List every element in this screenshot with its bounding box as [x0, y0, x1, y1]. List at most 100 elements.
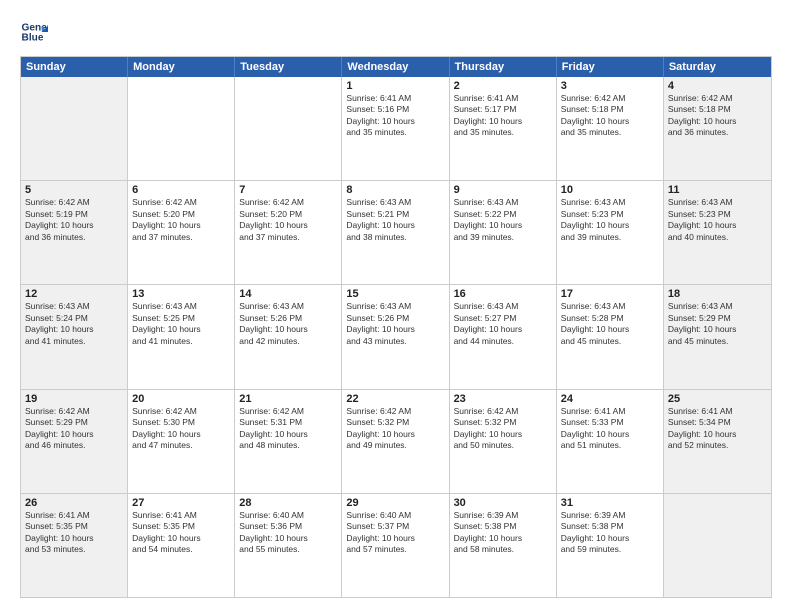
calendar-cell: 15Sunrise: 6:43 AM Sunset: 5:26 PM Dayli…	[342, 285, 449, 388]
day-number: 24	[561, 393, 659, 405]
calendar-cell: 9Sunrise: 6:43 AM Sunset: 5:22 PM Daylig…	[450, 181, 557, 284]
calendar-cell: 30Sunrise: 6:39 AM Sunset: 5:38 PM Dayli…	[450, 494, 557, 597]
day-number: 21	[239, 393, 337, 405]
day-info: Sunrise: 6:43 AM Sunset: 5:28 PM Dayligh…	[561, 301, 659, 347]
header-day-friday: Friday	[557, 57, 664, 77]
day-info: Sunrise: 6:42 AM Sunset: 5:31 PM Dayligh…	[239, 406, 337, 452]
calendar-row-1: 1Sunrise: 6:41 AM Sunset: 5:16 PM Daylig…	[21, 77, 771, 180]
day-info: Sunrise: 6:39 AM Sunset: 5:38 PM Dayligh…	[561, 510, 659, 556]
day-number: 23	[454, 393, 552, 405]
logo: General Blue	[20, 18, 52, 46]
header-day-thursday: Thursday	[450, 57, 557, 77]
calendar-cell: 11Sunrise: 6:43 AM Sunset: 5:23 PM Dayli…	[664, 181, 771, 284]
day-number: 4	[668, 80, 767, 92]
day-info: Sunrise: 6:43 AM Sunset: 5:26 PM Dayligh…	[346, 301, 444, 347]
logo-icon: General Blue	[20, 18, 48, 46]
day-info: Sunrise: 6:41 AM Sunset: 5:16 PM Dayligh…	[346, 93, 444, 139]
calendar-cell: 26Sunrise: 6:41 AM Sunset: 5:35 PM Dayli…	[21, 494, 128, 597]
page: General Blue SundayMondayTuesdayWednesda…	[0, 0, 792, 612]
day-info: Sunrise: 6:41 AM Sunset: 5:33 PM Dayligh…	[561, 406, 659, 452]
day-info: Sunrise: 6:42 AM Sunset: 5:30 PM Dayligh…	[132, 406, 230, 452]
day-number: 13	[132, 288, 230, 300]
calendar-cell: 31Sunrise: 6:39 AM Sunset: 5:38 PM Dayli…	[557, 494, 664, 597]
calendar-cell: 19Sunrise: 6:42 AM Sunset: 5:29 PM Dayli…	[21, 390, 128, 493]
calendar-cell: 22Sunrise: 6:42 AM Sunset: 5:32 PM Dayli…	[342, 390, 449, 493]
day-info: Sunrise: 6:40 AM Sunset: 5:36 PM Dayligh…	[239, 510, 337, 556]
header: General Blue	[20, 18, 772, 46]
header-day-tuesday: Tuesday	[235, 57, 342, 77]
day-info: Sunrise: 6:39 AM Sunset: 5:38 PM Dayligh…	[454, 510, 552, 556]
calendar-cell: 8Sunrise: 6:43 AM Sunset: 5:21 PM Daylig…	[342, 181, 449, 284]
header-day-monday: Monday	[128, 57, 235, 77]
day-number: 26	[25, 497, 123, 509]
day-number: 30	[454, 497, 552, 509]
calendar-cell: 24Sunrise: 6:41 AM Sunset: 5:33 PM Dayli…	[557, 390, 664, 493]
calendar-cell: 21Sunrise: 6:42 AM Sunset: 5:31 PM Dayli…	[235, 390, 342, 493]
calendar-cell: 14Sunrise: 6:43 AM Sunset: 5:26 PM Dayli…	[235, 285, 342, 388]
calendar-header-row: SundayMondayTuesdayWednesdayThursdayFrid…	[21, 57, 771, 77]
day-info: Sunrise: 6:42 AM Sunset: 5:20 PM Dayligh…	[132, 197, 230, 243]
day-number: 27	[132, 497, 230, 509]
svg-text:Blue: Blue	[22, 33, 44, 44]
day-info: Sunrise: 6:42 AM Sunset: 5:19 PM Dayligh…	[25, 197, 123, 243]
day-number: 29	[346, 497, 444, 509]
calendar-cell: 17Sunrise: 6:43 AM Sunset: 5:28 PM Dayli…	[557, 285, 664, 388]
day-number: 11	[668, 184, 767, 196]
calendar-row-4: 19Sunrise: 6:42 AM Sunset: 5:29 PM Dayli…	[21, 389, 771, 493]
calendar-cell	[235, 77, 342, 180]
day-info: Sunrise: 6:40 AM Sunset: 5:37 PM Dayligh…	[346, 510, 444, 556]
calendar-cell: 6Sunrise: 6:42 AM Sunset: 5:20 PM Daylig…	[128, 181, 235, 284]
header-day-wednesday: Wednesday	[342, 57, 449, 77]
day-number: 15	[346, 288, 444, 300]
calendar-cell: 27Sunrise: 6:41 AM Sunset: 5:35 PM Dayli…	[128, 494, 235, 597]
day-info: Sunrise: 6:43 AM Sunset: 5:22 PM Dayligh…	[454, 197, 552, 243]
day-info: Sunrise: 6:43 AM Sunset: 5:23 PM Dayligh…	[668, 197, 767, 243]
calendar-cell: 23Sunrise: 6:42 AM Sunset: 5:32 PM Dayli…	[450, 390, 557, 493]
day-number: 6	[132, 184, 230, 196]
day-info: Sunrise: 6:43 AM Sunset: 5:27 PM Dayligh…	[454, 301, 552, 347]
calendar-cell: 7Sunrise: 6:42 AM Sunset: 5:20 PM Daylig…	[235, 181, 342, 284]
calendar-cell: 2Sunrise: 6:41 AM Sunset: 5:17 PM Daylig…	[450, 77, 557, 180]
day-number: 18	[668, 288, 767, 300]
day-number: 25	[668, 393, 767, 405]
day-number: 7	[239, 184, 337, 196]
calendar-cell: 29Sunrise: 6:40 AM Sunset: 5:37 PM Dayli…	[342, 494, 449, 597]
calendar-cell: 1Sunrise: 6:41 AM Sunset: 5:16 PM Daylig…	[342, 77, 449, 180]
calendar-row-5: 26 Sunrise: 6:41 AM Sunset: 5:35 PM Dayli…	[21, 493, 771, 597]
calendar-cell: 3Sunrise: 6:42 AM Sunset: 5:18 PM Daylig…	[557, 77, 664, 180]
day-info: Sunrise: 6:43 AM Sunset: 5:24 PM Dayligh…	[25, 301, 123, 347]
day-number: 8	[346, 184, 444, 196]
day-number: 20	[132, 393, 230, 405]
calendar-cell	[21, 77, 128, 180]
day-info: Sunrise: 6:41 AM Sunset: 5:35 PM Dayligh…	[132, 510, 230, 556]
day-info: Sunrise: 6:43 AM Sunset: 5:26 PM Dayligh…	[239, 301, 337, 347]
day-info: Sunrise: 6:43 AM Sunset: 5:23 PM Dayligh…	[561, 197, 659, 243]
day-info: Sunrise: 6:41 AM Sunset: 5:34 PM Dayligh…	[668, 406, 767, 452]
day-info: Sunrise: 6:43 AM Sunset: 5:29 PM Dayligh…	[668, 301, 767, 347]
day-info: Sunrise: 6:42 AM Sunset: 5:32 PM Dayligh…	[346, 406, 444, 452]
day-info: Sunrise: 6:42 AM Sunset: 5:20 PM Dayligh…	[239, 197, 337, 243]
calendar-cell: 12Sunrise: 6:43 AM Sunset: 5:24 PM Dayli…	[21, 285, 128, 388]
calendar-cell: 16Sunrise: 6:43 AM Sunset: 5:27 PM Dayli…	[450, 285, 557, 388]
day-number: 1	[346, 80, 444, 92]
day-number: 10	[561, 184, 659, 196]
day-info: Sunrise: 6:42 AM Sunset: 5:18 PM Dayligh…	[668, 93, 767, 139]
day-info: Sunrise: 6:41 AM Sunset: 5:17 PM Dayligh…	[454, 93, 552, 139]
calendar-cell: 28Sunrise: 6:40 AM Sunset: 5:36 PM Dayli…	[235, 494, 342, 597]
day-info: Sunrise: 6:43 AM Sunset: 5:21 PM Dayligh…	[346, 197, 444, 243]
calendar-body: 1Sunrise: 6:41 AM Sunset: 5:16 PM Daylig…	[21, 77, 771, 597]
day-number: 9	[454, 184, 552, 196]
calendar-cell	[128, 77, 235, 180]
day-number: 14	[239, 288, 337, 300]
day-number: 2	[454, 80, 552, 92]
day-number: 3	[561, 80, 659, 92]
day-number: 28	[239, 497, 337, 509]
calendar-cell: 10Sunrise: 6:43 AM Sunset: 5:23 PM Dayli…	[557, 181, 664, 284]
day-number: 16	[454, 288, 552, 300]
calendar-cell: 5Sunrise: 6:42 AM Sunset: 5:19 PM Daylig…	[21, 181, 128, 284]
calendar-cell: 4Sunrise: 6:42 AM Sunset: 5:18 PM Daylig…	[664, 77, 771, 180]
day-info: Sunrise: 6:42 AM Sunset: 5:29 PM Dayligh…	[25, 406, 123, 452]
day-number: 17	[561, 288, 659, 300]
calendar-row-3: 12Sunrise: 6:43 AM Sunset: 5:24 PM Dayli…	[21, 284, 771, 388]
calendar-row-2: 5Sunrise: 6:42 AM Sunset: 5:19 PM Daylig…	[21, 180, 771, 284]
